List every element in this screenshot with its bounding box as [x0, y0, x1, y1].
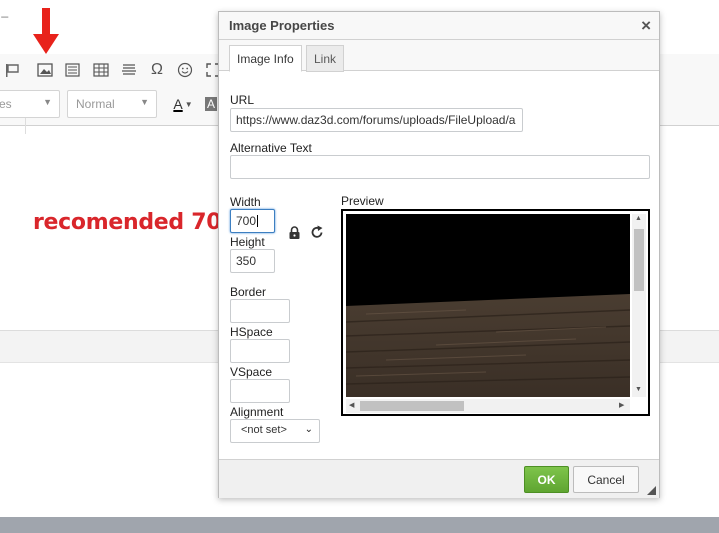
cancel-button[interactable]: Cancel [573, 466, 639, 493]
hspace-label: HSpace [230, 325, 273, 339]
dialog-title: Image Properties [229, 18, 335, 33]
smiley-icon[interactable] [173, 58, 197, 82]
vertical-scroll-thumb[interactable] [634, 229, 644, 291]
dialog-tabs: Image Info Link [219, 40, 659, 72]
alt-text-label: Alternative Text [230, 141, 312, 155]
image-icon[interactable] [33, 58, 57, 82]
height-field[interactable]: 350 [230, 249, 275, 273]
chevron-down-icon: ▼ [43, 97, 52, 107]
scroll-right-icon[interactable]: ▶ [619, 401, 624, 409]
flash-icon[interactable] [61, 58, 85, 82]
omega-icon[interactable]: Ω [145, 58, 169, 82]
image-properties-dialog: Image Properties × Image Info Link URL h… [218, 11, 660, 498]
dialog-title-bar[interactable]: Image Properties [219, 12, 659, 40]
tab-image-info[interactable]: Image Info [229, 45, 302, 72]
preview-area[interactable]: ▲ ▼ ◀ ▶ [341, 209, 650, 416]
scroll-left-icon[interactable]: ◀ [349, 401, 354, 409]
flag-icon[interactable] [0, 58, 24, 82]
chevron-down-icon: ▼ [184, 99, 193, 109]
red-arrow-annotation [33, 8, 59, 54]
edge-glyph: ⁻ [0, 10, 10, 30]
scroll-up-icon[interactable]: ▲ [635, 215, 642, 222]
paragraph-format-value: Normal [76, 97, 115, 111]
format-combo[interactable]: es ▼ [0, 90, 60, 118]
alt-text-field[interactable] [230, 155, 650, 179]
alignment-label: Alignment [230, 405, 284, 419]
chevron-down-icon: ⌄ [304, 424, 313, 435]
scroll-down-icon[interactable]: ▼ [635, 386, 642, 393]
page-bottom-bar [0, 517, 719, 533]
horizontal-rule-icon[interactable] [117, 58, 141, 82]
preview-horizontal-scrollbar[interactable]: ◀ ▶ [346, 399, 630, 413]
preview-image [346, 214, 630, 397]
paragraph-format-combo[interactable]: Normal ▼ [67, 90, 157, 118]
alignment-value: <not set> [241, 424, 287, 436]
border-label: Border [230, 285, 267, 299]
preview-label: Preview [341, 194, 384, 208]
vspace-field[interactable] [230, 379, 290, 403]
hspace-field[interactable] [230, 339, 290, 363]
width-value: 700 [236, 214, 257, 228]
text-cursor [257, 215, 259, 227]
height-label: Height [230, 235, 265, 249]
border-field[interactable] [230, 299, 290, 323]
lock-icon[interactable] [289, 226, 300, 242]
width-label: Width [230, 195, 261, 209]
tab-link[interactable]: Link [306, 45, 345, 72]
close-icon[interactable]: × [641, 16, 651, 36]
alignment-select[interactable]: <not set> ⌄ [230, 419, 320, 443]
recommended-width-annotation: recomended 700 [33, 210, 237, 235]
reset-size-icon[interactable] [311, 225, 324, 242]
resize-grip-icon[interactable] [647, 486, 656, 495]
horizontal-scroll-thumb[interactable] [360, 401, 464, 411]
chevron-down-icon: ▼ [140, 97, 149, 107]
url-label: URL [230, 93, 255, 107]
format-combo-value: es [0, 97, 12, 111]
table-icon[interactable] [89, 58, 113, 82]
dialog-footer: OK Cancel [219, 459, 659, 498]
url-field[interactable]: https://www.daz3d.com/forums/uploads/Fil… [230, 108, 523, 132]
width-field[interactable]: 700 [230, 209, 275, 233]
ok-button[interactable]: OK [524, 466, 569, 493]
preview-vertical-scrollbar[interactable]: ▲ ▼ [632, 214, 646, 397]
text-color-icon: A [173, 96, 183, 112]
vspace-label: VSpace [230, 365, 273, 379]
text-color-button[interactable]: A ▼ [170, 92, 196, 116]
bg-color-icon: A [204, 97, 217, 111]
